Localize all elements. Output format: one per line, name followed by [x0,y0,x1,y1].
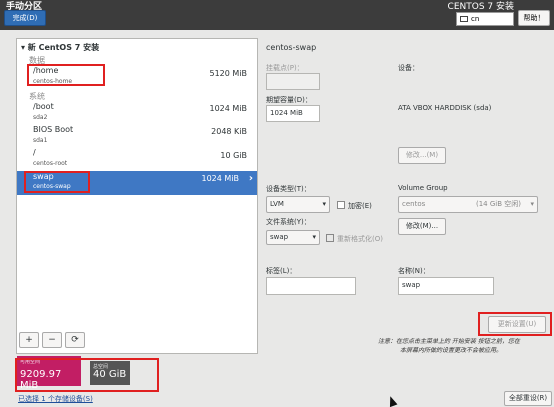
partition-device: sda2 [33,114,48,121]
keyboard-icon [460,16,468,22]
keyboard-layout-button[interactable]: cn [456,12,514,26]
settings-note: 注意：在您点击主菜单上的 开始安装 按钮之前，您在 本屏幕内所做的设置更改不会被… [378,337,546,355]
partition-device: centos-home [33,78,73,85]
refresh-icon[interactable]: ⟳ [65,332,85,348]
mount-point-input[interactable] [266,73,320,90]
volume-group-free: (14 GiB 空闲) [476,200,521,208]
selected-devices-link[interactable]: 已选择 1 个存储设备(S) [18,394,93,404]
partition-device: sda1 [33,137,48,144]
capacity-input[interactable]: 1024 MiB [266,105,320,122]
reformat-label: 重新格式化(O) [337,235,383,243]
name-label: 名称(N)： [398,267,430,275]
partition-size: 5120 MiB [209,69,247,78]
help-button[interactable]: 帮助！ [518,10,550,26]
partition-row-swap[interactable]: swap centos-swap 1024 MiB › [17,171,257,195]
mount-point-label: 挂载点(P)： [266,64,304,72]
device-type-label: 设备类型(T)： [266,185,311,193]
encrypt-checkbox[interactable] [337,201,345,209]
partition-size: 1024 MiB [209,104,247,113]
note-line-1: 注意：在您点击主菜单上的 开始安装 按钮之前，您在 [378,338,520,345]
partition-list-panel: ▾ 新 CentOS 7 安装 数据 /home centos-home 512… [16,38,258,354]
partition-name: / [33,148,36,157]
reset-all-button[interactable]: 全部重设(R) [504,391,552,406]
chevron-right-icon: › [248,173,253,184]
total-space-box: 总空间 40 GiB [90,361,130,385]
header-bar: 手动分区 完成(D) CENTOS 7 安装 cn 帮助！ [0,0,554,30]
available-space-label: 可用空间 [20,359,41,365]
device-label: 设备： [398,64,419,72]
add-partition-button[interactable]: + [19,332,39,348]
dropdown-arrow-icon: ▾ [530,200,534,208]
note-line-2: 本屏幕内所做的设置更改不会被应用。 [400,347,503,354]
available-space-box: 可用空间 9209.97 MiB [17,356,81,391]
filesystem-value: swap [270,233,289,241]
device-type-value: LVM [270,200,284,208]
reformat-checkbox[interactable] [326,234,334,242]
name-input[interactable]: swap [398,277,494,295]
section-data-label: 数据 [29,56,45,65]
partition-device: centos-swap [33,183,71,190]
partition-name: BIOS Boot [33,125,74,134]
capacity-label: 期望容量(D)： [266,96,312,104]
volume-group-label: Volume Group [398,184,448,192]
device-value: ATA VBOX HARDDISK (sda) [398,104,492,112]
encrypt-label: 加密(E) [348,202,372,210]
install-group-title[interactable]: ▾ 新 CentOS 7 安装 [21,42,99,53]
modify-device-button[interactable]: 修改...(M) [398,147,446,164]
product-title: CENTOS 7 安装 [447,2,514,12]
partition-size: 10 GiB [220,151,247,160]
update-settings-button[interactable]: 更新设置(U) [488,316,546,333]
partition-name: swap [33,172,54,181]
device-type-select[interactable]: LVM ▾ [266,196,330,213]
done-button[interactable]: 完成(D) [4,10,46,26]
total-space-value: 40 GiB [93,369,127,380]
volume-group-value: centos [402,200,426,208]
filesystem-label: 文件系统(Y)： [266,218,311,226]
partition-device: centos-root [33,160,68,167]
details-title: centos-swap [266,43,317,52]
available-space-value: 9209.97 MiB [20,369,62,391]
dropdown-arrow-icon: ▾ [322,200,326,208]
tag-label: 标签(L)： [266,267,297,275]
partition-name: /boot [33,102,54,111]
tag-input[interactable] [266,277,356,295]
mouse-cursor-icon [386,394,398,407]
partition-size: 2048 KiB [211,127,247,136]
section-system-label: 系统 [29,92,45,101]
keyboard-layout-label: cn [471,15,480,23]
volume-group-modify-button[interactable]: 修改(M)... [398,218,446,235]
partition-size: 1024 MiB [201,174,239,183]
partition-name: /home [33,66,59,75]
remove-partition-button[interactable]: − [42,332,62,348]
volume-group-select[interactable]: centos (14 GiB 空闲) ▾ [398,196,538,213]
dropdown-arrow-icon: ▾ [312,233,316,241]
filesystem-select[interactable]: swap ▾ [266,230,320,245]
